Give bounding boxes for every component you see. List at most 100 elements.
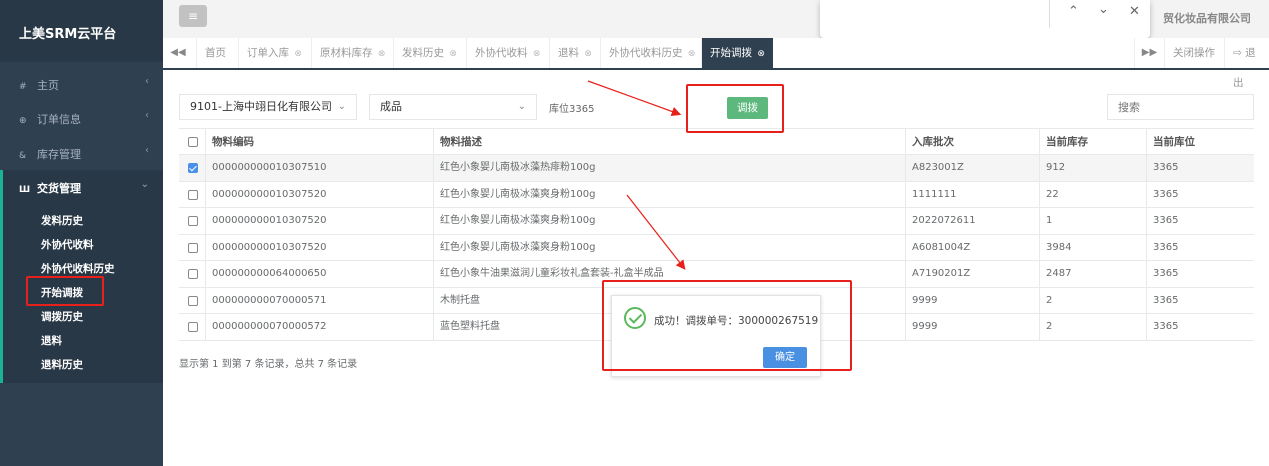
- header-current-location[interactable]: 当前库位: [1146, 129, 1254, 154]
- row-checkbox[interactable]: [188, 269, 198, 279]
- cell-batch: A823001Z: [905, 155, 1039, 181]
- cell-current-stock: 2: [1039, 287, 1146, 313]
- cell-batch: 9999: [905, 314, 1039, 340]
- table-row[interactable]: 000000000010307520 红色小象婴儿南极冰藻爽身粉100g 11111…: [179, 181, 1254, 208]
- header-batch[interactable]: 入库批次: [905, 129, 1039, 154]
- order-icon: ⊕: [19, 116, 27, 126]
- cell-material-code: 000000000070000572: [205, 314, 433, 340]
- annotation-highlight-sidebar: [26, 276, 104, 306]
- cell-material-code: 000000000010307510: [205, 155, 433, 181]
- row-checkbox[interactable]: [188, 242, 198, 253]
- tab-label: 首页: [205, 47, 226, 59]
- find-bar: ⌃ ⌄ ✕: [820, 0, 1150, 38]
- tab-start-transfer[interactable]: 开始调拨 ⊗: [701, 38, 773, 68]
- tab-outsource-receive[interactable]: 外协代收料 ⊗: [466, 38, 548, 68]
- chevron-down-icon: ⌄: [517, 101, 526, 112]
- table-row[interactable]: 000000000010307520 红色小象婴儿南极冰藻爽身粉100g A6081…: [179, 234, 1254, 261]
- row-checkbox-cell: [179, 208, 205, 234]
- find-previous-icon[interactable]: ⌃: [1068, 4, 1079, 19]
- row-checkbox-cell: [179, 261, 205, 287]
- chevron-left-icon: ‹: [145, 110, 149, 121]
- tab-outsource-receive-history[interactable]: 外协代收料历史 ⊗: [600, 38, 703, 68]
- cell-current-location: 3365: [1146, 155, 1254, 181]
- cell-material-code: 000000000010307520: [205, 181, 433, 207]
- header-material-code[interactable]: 物料编码: [205, 129, 433, 154]
- table-row[interactable]: 000000000010307520 红色小象婴儿南极冰藻爽身粉100g 20220…: [179, 208, 1254, 235]
- submenu-item-issue-history[interactable]: 发料历史: [41, 213, 83, 228]
- tab-label: 退料: [558, 47, 579, 59]
- home-icon: #: [19, 82, 27, 92]
- sidebar-item-delivery[interactable]: Ш 交货管理 ⌄: [0, 170, 163, 204]
- cell-material-desc: 红色小象婴儿南极冰藻爽身粉100g: [433, 234, 905, 260]
- cell-current-stock: 2: [1039, 314, 1146, 340]
- select-all-checkbox[interactable]: [188, 137, 198, 147]
- chevron-down-icon: ⌄: [140, 179, 149, 190]
- chevron-down-icon: ⌄: [337, 101, 346, 112]
- bar-chart-icon: Ш: [19, 185, 31, 195]
- row-checkbox-cell: [179, 314, 205, 340]
- logout-button[interactable]: ⇨ 退出: [1224, 38, 1269, 89]
- tabs-next-icon[interactable]: ▶▶: [1134, 38, 1164, 68]
- category-select[interactable]: 成品 ⌄: [369, 94, 537, 120]
- cell-current-stock: 912: [1039, 155, 1146, 181]
- sidebar-item-label: 交货管理: [37, 182, 81, 195]
- table-row[interactable]: 000000000010307510 红色小象婴儿南极冰藻热痱粉100g A8230…: [179, 155, 1254, 182]
- row-checkbox-cell: [179, 155, 205, 181]
- find-close-icon[interactable]: ✕: [1129, 4, 1140, 19]
- close-operations-button[interactable]: 关闭操作: [1164, 38, 1223, 68]
- header-checkbox-cell: [179, 129, 205, 154]
- tab-raw-stock[interactable]: 原材料库存 ⊗: [311, 38, 393, 68]
- cell-batch: 1111111: [905, 181, 1039, 207]
- tab-return[interactable]: 退料 ⊗: [549, 38, 600, 68]
- sidebar-item-orders[interactable]: ⊕ 订单信息 ‹: [0, 101, 163, 135]
- tabs-prev-icon[interactable]: ◀◀: [163, 38, 193, 68]
- sidebar-item-home[interactable]: # 主页 ‹: [0, 67, 163, 101]
- close-icon[interactable]: ⊗: [584, 49, 592, 59]
- find-next-icon[interactable]: ⌄: [1098, 2, 1109, 17]
- annotation-highlight-transfer: [686, 84, 784, 133]
- close-icon[interactable]: ⊗: [533, 49, 541, 59]
- cell-batch: A7190201Z: [905, 261, 1039, 287]
- submenu-item-return-history[interactable]: 退料历史: [41, 357, 83, 372]
- close-icon[interactable]: ⊗: [688, 49, 696, 59]
- chevron-left-icon: ‹: [145, 145, 149, 156]
- app-title: 上美SRM云平台: [0, 0, 163, 62]
- cell-current-location: 3365: [1146, 234, 1254, 260]
- sidebar-item-label: 订单信息: [37, 113, 81, 126]
- annotation-arrow-transfer: [587, 80, 682, 117]
- sidebar-item-inventory[interactable]: & 库存管理 ‹: [0, 136, 163, 170]
- row-checkbox[interactable]: [188, 216, 198, 226]
- menu-toggle-icon[interactable]: ≡: [179, 5, 207, 27]
- cell-material-code: 000000000064000650: [205, 261, 433, 287]
- company-select[interactable]: 9101-上海中翊日化有限公司 ⌄: [179, 94, 357, 120]
- cell-current-location: 3365: [1146, 314, 1254, 340]
- tab-order-inbound[interactable]: 订单入库 ⊗: [238, 38, 310, 68]
- cell-material-code: 000000000010307520: [205, 208, 433, 234]
- close-icon[interactable]: ⊗: [757, 49, 765, 59]
- row-checkbox[interactable]: [188, 322, 198, 332]
- close-icon[interactable]: ⊗: [449, 49, 457, 59]
- close-icon[interactable]: ⊗: [378, 49, 386, 59]
- row-checkbox-cell: [179, 235, 205, 261]
- submenu-item-transfer-history[interactable]: 调拨历史: [41, 309, 83, 324]
- submenu-item-outsource-receive[interactable]: 外协代收料: [41, 237, 94, 252]
- row-checkbox[interactable]: [188, 189, 198, 200]
- row-checkbox[interactable]: [188, 295, 198, 306]
- header-material-desc[interactable]: 物料描述: [433, 129, 905, 154]
- submenu-item-outsource-receive-history[interactable]: 外协代收料历史: [41, 261, 115, 276]
- cell-current-stock: 1: [1039, 208, 1146, 234]
- header-current-stock[interactable]: 当前库存: [1039, 129, 1146, 154]
- cell-current-stock: 3984: [1039, 234, 1146, 260]
- cell-material-desc: 红色小象婴儿南极冰藻爽身粉100g: [433, 181, 905, 207]
- submenu-item-return[interactable]: 退料: [41, 333, 62, 348]
- cell-batch: 9999: [905, 287, 1039, 313]
- close-icon[interactable]: ⊗: [294, 49, 302, 59]
- row-checkbox[interactable]: [188, 163, 198, 173]
- cell-material-code: 000000000070000571: [205, 287, 433, 313]
- tab-home[interactable]: 首页: [196, 38, 234, 68]
- company-name: 贸化妆品有限公司: [1163, 12, 1251, 25]
- tab-issue-history[interactable]: 发料历史 ⊗: [393, 38, 465, 68]
- search-input[interactable]: [1107, 94, 1254, 120]
- tab-label: 发料历史: [402, 47, 444, 59]
- chevron-left-icon: ‹: [145, 76, 149, 87]
